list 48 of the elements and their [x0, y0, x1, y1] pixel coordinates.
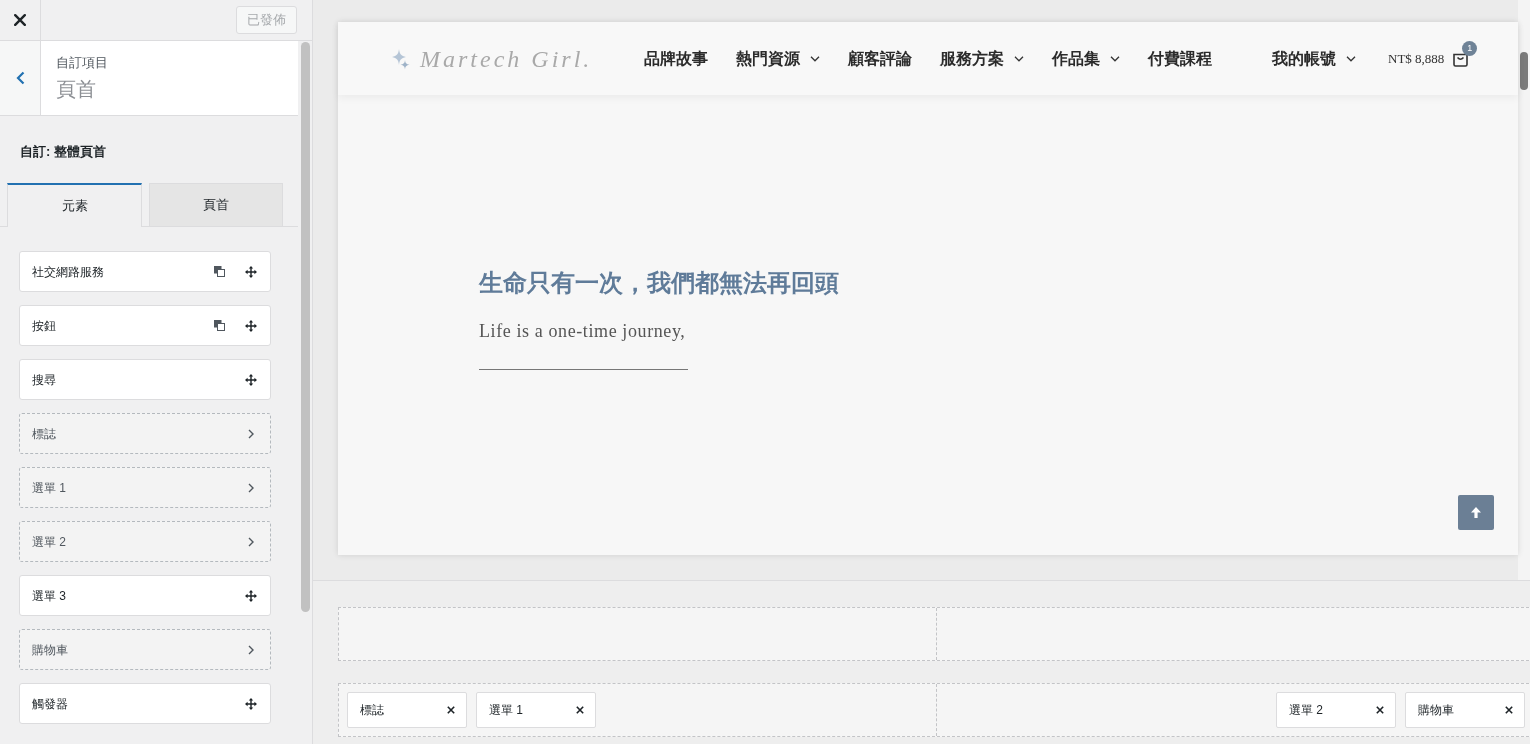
scrollbar-thumb[interactable] [1520, 52, 1528, 90]
close-icon [1505, 706, 1513, 714]
nav-link[interactable]: 付費課程 [1148, 47, 1212, 70]
nav-link[interactable]: 熱門資源 [736, 47, 820, 70]
element-chip[interactable]: 選單 2 [1276, 692, 1396, 728]
element-item[interactable]: 選單 1 [19, 467, 271, 508]
cart-total[interactable]: NT$ 8,888 [1388, 48, 1445, 69]
move-icon [245, 697, 257, 710]
chevron-right-icon [248, 482, 254, 493]
section-title: 頁首 [56, 77, 96, 102]
section-breadcrumb: 自訂項目 [56, 55, 108, 71]
element-chip[interactable]: 標誌 [347, 692, 467, 728]
tab[interactable]: 頁首 [149, 183, 283, 226]
close-icon [1376, 706, 1384, 714]
nav-link[interactable]: 顧客評論 [848, 47, 912, 70]
element-item[interactable]: 搜尋 [19, 359, 271, 400]
close-icon [14, 14, 26, 26]
scrollbar-thumb[interactable] [301, 42, 310, 612]
close-icon [576, 706, 584, 714]
move-icon [245, 589, 257, 602]
element-item[interactable]: 觸發器 [19, 683, 271, 724]
arrow-up-icon [1471, 507, 1481, 518]
hero-title: 生命只有一次，我們都無法再回頭 [479, 269, 839, 298]
chevron-left-icon [15, 71, 25, 85]
element-item[interactable]: 社交網路服務 [19, 251, 271, 292]
move-icon [245, 319, 257, 332]
element-item[interactable]: 選單 2 [19, 521, 271, 562]
chevron-right-icon [248, 644, 254, 655]
back-to-top-button[interactable] [1458, 495, 1494, 530]
move-icon [245, 265, 257, 278]
tab[interactable]: 元素 [7, 183, 142, 227]
nav-link[interactable]: 作品集 [1052, 47, 1120, 70]
move-icon [245, 373, 257, 386]
element-item[interactable]: 標誌 [19, 413, 271, 454]
cart-count-badge: 1 [1462, 41, 1478, 56]
element-item[interactable]: 按鈕 [19, 305, 271, 346]
nav-link[interactable]: 我的帳號 [1272, 47, 1356, 70]
nav-link[interactable]: 品牌故事 [644, 47, 708, 70]
element-chip[interactable]: 選單 1 [476, 692, 596, 728]
element-item[interactable]: 購物車 [19, 629, 271, 670]
hero-subtitle: Life is a one-time journey, [479, 320, 686, 343]
panel-heading: 自訂: 整體頁首 [20, 144, 106, 159]
chevron-right-icon [248, 428, 254, 439]
element-chip[interactable]: 購物車 [1405, 692, 1525, 728]
close-icon [447, 706, 455, 714]
chevron-right-icon [248, 536, 254, 547]
nav-link[interactable]: 服務方案 [940, 47, 1024, 70]
element-item[interactable]: 選單 3 [19, 575, 271, 616]
